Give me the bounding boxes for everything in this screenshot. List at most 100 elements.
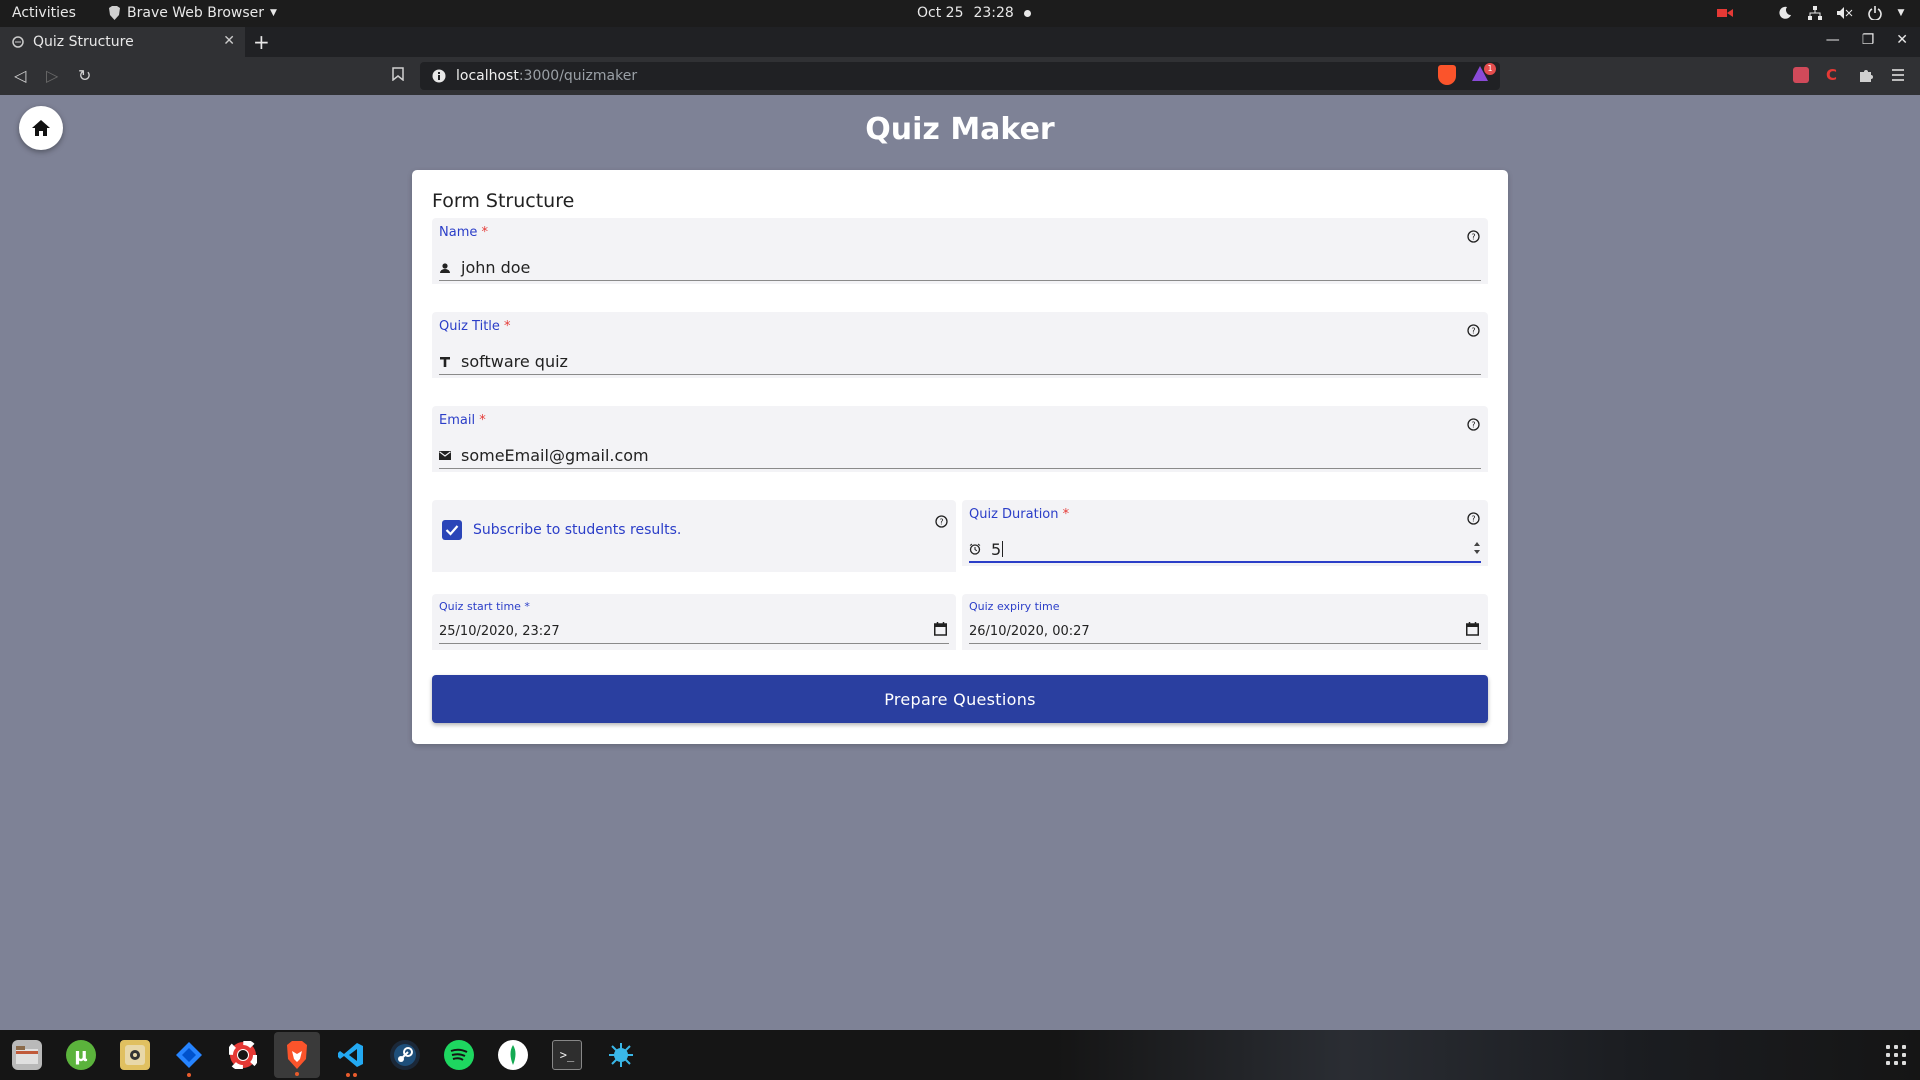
reload-icon[interactable]: ↻ [78,66,91,85]
quiz-duration-field[interactable]: Quiz Duration * ? 5 [962,500,1488,566]
screen-record-icon[interactable] [1716,4,1734,22]
notification-badge: 1 [1484,63,1496,75]
volume-muted-icon[interactable] [1836,4,1854,22]
tab-quiz-structure[interactable]: Quiz Structure ✕ [0,27,245,57]
puzzle-extensions-icon[interactable] [1858,67,1874,83]
terminal-icon[interactable]: >_ [552,1040,582,1070]
subscribe-field[interactable]: Subscribe to students results. ? [432,500,956,572]
system-tray[interactable]: ▼ [1716,4,1906,22]
night-light-icon[interactable] [1776,4,1794,22]
quiz-title-value: software quiz [461,352,568,371]
quiz-start-time-label: Quiz start time * [439,600,530,613]
help-icon[interactable]: ? [1467,324,1480,337]
url-host: localhost [456,68,519,84]
clock-time: 23:28 [973,5,1014,21]
page-title: Quiz Maker [865,112,1055,147]
brave-lion-icon [109,6,120,20]
quiz-duration-input[interactable]: 5 [969,537,1481,563]
new-tab-button[interactable]: + [253,30,270,54]
quiz-title-field[interactable]: Quiz Title * ? software quiz [432,312,1488,378]
help-icon[interactable]: ? [1467,418,1480,431]
network-icon[interactable] [1806,4,1824,22]
url-path: :3000/quizmaker [518,68,638,84]
clock-date: Oct 25 [917,5,964,21]
quiz-form-card: Form Structure Name * ? john doe Quiz Ti… [412,170,1508,744]
notification-dot-icon [1023,9,1031,17]
help-icon[interactable] [228,1040,258,1070]
menu-icon[interactable] [1890,67,1906,83]
rhythmbox-icon[interactable] [120,1040,150,1070]
forward-icon[interactable]: ▷ [46,66,58,85]
quiz-duration-label: Quiz Duration * [969,507,1070,522]
browser-toolbar: ◁ ▷ ↻ localhost:3000/quizmaker 1 C [0,57,1920,95]
mail-icon [439,451,451,460]
chevron-down-icon[interactable]: ▼ [1896,4,1906,22]
address-bar[interactable]: localhost:3000/quizmaker [420,62,1500,90]
text-icon [439,356,451,367]
globe-icon [12,36,24,48]
extension-icon[interactable] [1793,67,1809,83]
help-icon[interactable]: ? [1467,512,1480,525]
quiz-expiry-time-input[interactable]: 26/10/2020, 00:27 [969,619,1481,644]
quiz-expiry-time-label: Quiz expiry time [969,600,1060,613]
quiz-title-label: Quiz Title * [439,319,511,334]
checkmark-icon [445,525,459,536]
number-stepper-icon[interactable] [1473,540,1481,559]
svg-text:?: ? [1471,515,1475,524]
files-icon[interactable] [12,1040,42,1070]
app-menu[interactable]: Brave Web Browser ▼ [108,5,277,21]
page-content: Quiz Maker Form Structure Name * ? john … [0,95,1920,1030]
help-icon[interactable]: ? [1467,230,1480,243]
network-icon[interactable] [606,1040,636,1070]
info-icon[interactable] [432,69,446,83]
name-field[interactable]: Name * ? john doe [432,218,1488,284]
power-icon[interactable] [1866,4,1884,22]
help-icon[interactable]: ? [935,515,948,528]
quiz-start-time-input[interactable]: 25/10/2020, 23:27 [439,619,949,644]
restore-icon[interactable]: ❐ [1862,32,1875,48]
quiz-expiry-time-field[interactable]: Quiz expiry time 26/10/2020, 00:27 [962,594,1488,650]
spotify-icon[interactable] [444,1040,474,1070]
svg-text:?: ? [1471,327,1475,336]
activities-button[interactable]: Activities [12,5,76,21]
brave-shields-icon[interactable] [1438,65,1456,85]
show-applications-icon[interactable] [1886,1045,1906,1065]
text-cursor [1002,541,1004,557]
calendar-icon[interactable] [934,622,947,640]
svg-text:?: ? [1471,233,1475,242]
quiz-expiry-time-value: 26/10/2020, 00:27 [969,623,1090,639]
tab-strip: Quiz Structure ✕ + — ❐ ✕ [0,27,1920,57]
close-window-icon[interactable]: ✕ [1896,32,1908,48]
calendar-icon[interactable] [1466,622,1479,640]
name-input[interactable]: john doe [439,255,1481,281]
quiz-start-time-field[interactable]: Quiz start time * 25/10/2020, 23:27 [432,594,956,650]
back-icon[interactable]: ◁ [14,66,26,85]
jira-icon[interactable] [174,1040,204,1077]
chevron-down-icon: ▼ [270,8,277,18]
steam-icon[interactable] [390,1040,420,1070]
extension-c-icon[interactable]: C [1826,67,1842,83]
brave-icon[interactable] [274,1032,320,1078]
svg-text:?: ? [1471,421,1475,430]
quiz-duration-value: 5 [991,539,1002,559]
clock[interactable]: Oct 25 23:28 [917,5,1031,21]
utorrent-icon[interactable]: µ [66,1040,96,1070]
taskbar: µ >_ [0,1030,1920,1080]
bookmark-icon[interactable] [392,67,404,81]
minimize-icon[interactable]: — [1826,32,1840,48]
email-label: Email * [439,413,486,428]
email-field[interactable]: Email * ? someEmail@gmail.com [432,406,1488,472]
close-tab-icon[interactable]: ✕ [223,33,235,49]
quiz-title-input[interactable]: software quiz [439,349,1481,375]
name-value: john doe [461,258,531,277]
vscode-icon[interactable] [336,1040,366,1077]
mongodb-icon[interactable] [498,1040,528,1070]
app-menu-label: Brave Web Browser [127,5,264,21]
person-icon [439,262,451,273]
tab-title: Quiz Structure [33,34,134,50]
prepare-questions-button[interactable]: Prepare Questions [432,675,1488,723]
subscribe-label[interactable]: Subscribe to students results. [473,522,681,538]
form-title: Form Structure [432,190,575,212]
subscribe-checkbox[interactable] [442,520,462,540]
email-input[interactable]: someEmail@gmail.com [439,443,1481,469]
